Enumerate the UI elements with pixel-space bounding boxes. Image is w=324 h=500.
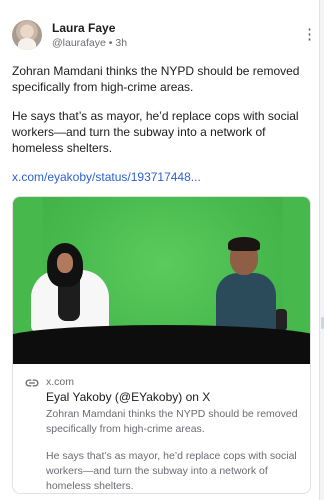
post-card: Laura Faye @laurafaye • 3h ⋮ Zohran Mamd… xyxy=(0,0,320,500)
more-vertical-icon[interactable]: ⋮ xyxy=(302,26,317,44)
man-figure xyxy=(216,273,276,331)
author-handle[interactable]: @laurafaye xyxy=(52,37,106,49)
post-header: Laura Faye @laurafaye • 3h ⋮ xyxy=(12,20,317,52)
preview-description-2: He says that’s as mayor, he’d replace co… xyxy=(46,450,297,492)
preview-image xyxy=(13,197,310,364)
preview-description-1: Zohran Mamdani thinks the NYPD should be… xyxy=(46,408,298,435)
chair xyxy=(275,309,287,331)
author-handle-time: @laurafaye • 3h xyxy=(52,37,127,49)
studio-table xyxy=(13,325,310,364)
link-preview-card[interactable]: x.com Eyal Yakoby (@EYakoby) on X Zohran… xyxy=(12,196,311,494)
man-hair xyxy=(228,237,260,251)
time-separator: • xyxy=(108,37,113,49)
post-time: 3h xyxy=(115,37,128,49)
post-paragraph-1: Zohran Mamdani thinks the NYPD should be… xyxy=(12,64,300,94)
post-link[interactable]: x.com/eyakoby/status/193717448... xyxy=(12,170,201,184)
author-name[interactable]: Laura Faye xyxy=(52,21,115,35)
post-body: Zohran Mamdani thinks the NYPD should be… xyxy=(12,63,308,185)
post-paragraph-2: He says that’s as mayor, he’d replace co… xyxy=(12,109,299,155)
link-icon xyxy=(25,379,39,387)
author-avatar[interactable] xyxy=(12,20,42,50)
preview-domain: x.com xyxy=(46,376,75,388)
woman-face xyxy=(57,253,73,273)
preview-title[interactable]: Eyal Yakoby (@EYakoby) on X xyxy=(46,390,210,404)
preview-description: Zohran Mamdani thinks the NYPD should be… xyxy=(46,407,301,493)
